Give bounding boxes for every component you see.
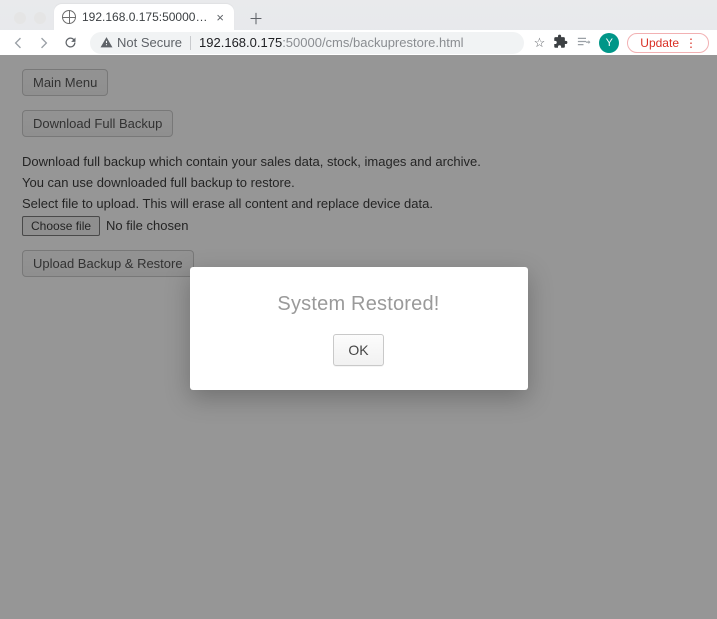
browser-toolbar: Not Secure 192.168.0.175:50000/cms/backu… [0,30,717,55]
browser-chrome: 192.168.0.175:50000/cms/bac × ＋ Not Secu… [0,0,717,55]
tab-close-icon[interactable]: × [214,11,226,24]
reload-button[interactable] [60,33,80,53]
back-button[interactable] [8,33,28,53]
url-host: 192.168.0.175 [199,35,282,50]
update-button[interactable]: Update ⋮ [627,33,709,53]
omnibox-separator [190,36,191,50]
page-content: Main Menu Download Full Backup Download … [0,55,717,619]
new-tab-button[interactable]: ＋ [244,6,268,30]
address-bar[interactable]: Not Secure 192.168.0.175:50000/cms/backu… [90,32,524,54]
profile-avatar[interactable]: Y [599,33,619,53]
modal-ok-button[interactable]: OK [333,334,383,366]
browser-tab[interactable]: 192.168.0.175:50000/cms/bac × [54,4,234,30]
reading-list-icon[interactable] [576,34,591,52]
warning-icon [100,36,113,49]
security-chip[interactable]: Not Secure [100,35,182,50]
restore-modal: System Restored! OK [190,267,528,390]
bookmark-star-icon[interactable]: ☆ [534,35,546,51]
globe-icon [62,10,76,24]
extensions-icon[interactable] [553,34,568,52]
toolbar-right: ☆ Y Update ⋮ [534,33,709,53]
menu-dots-icon: ⋮ [685,36,698,50]
tab-strip: 192.168.0.175:50000/cms/bac × ＋ [54,4,268,30]
update-label: Update [640,36,679,50]
modal-overlay[interactable]: System Restored! OK [0,55,717,619]
url-path: :50000/cms/backuprestore.html [282,35,463,50]
avatar-initial: Y [606,37,613,49]
traffic-close[interactable] [14,12,26,24]
not-secure-label: Not Secure [117,35,182,50]
forward-button[interactable] [34,33,54,53]
url-text: 192.168.0.175:50000/cms/backuprestore.ht… [199,35,464,50]
tab-title: 192.168.0.175:50000/cms/bac [82,10,208,24]
modal-title: System Restored! [210,293,508,316]
traffic-min[interactable] [34,12,46,24]
